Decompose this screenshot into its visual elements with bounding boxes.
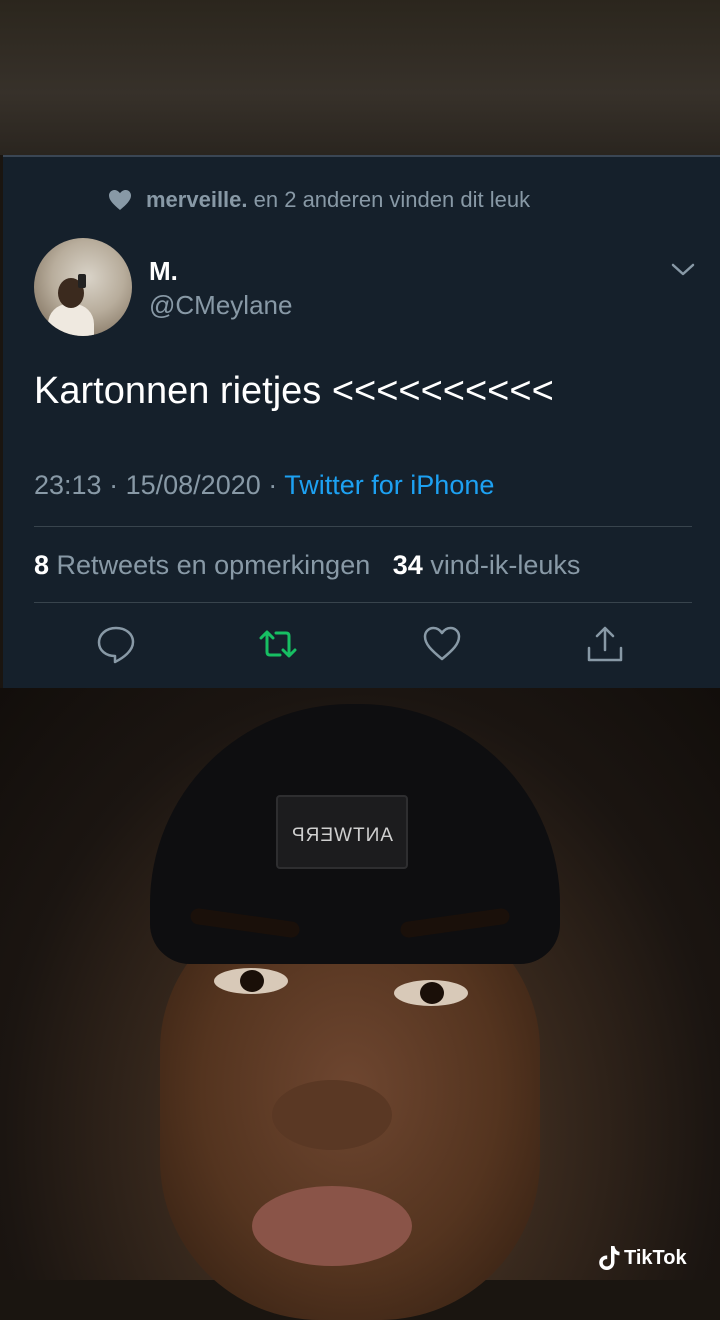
chevron-down-icon[interactable]: [670, 258, 696, 280]
tweet-date: 15/08/2020: [125, 470, 261, 500]
likes-stat[interactable]: 34 vind-ik-leuks: [393, 550, 581, 580]
eye: [214, 968, 288, 994]
share-icon[interactable]: [585, 624, 625, 664]
divider: [34, 526, 692, 527]
nose: [272, 1080, 392, 1150]
liker-name[interactable]: merveille.: [146, 187, 248, 212]
background-photo-top: [0, 0, 720, 155]
tweet-meta: 23:13 · 15/08/2020 · Twitter for iPhone: [34, 470, 495, 500]
tweet-source-link[interactable]: Twitter for iPhone: [284, 470, 494, 500]
tiktok-watermark: TikTok: [598, 1245, 687, 1271]
tweet-text: Kartonnen rietjes <<<<<<<<<<: [34, 370, 554, 412]
reply-icon[interactable]: [96, 624, 136, 664]
tiktok-logo-icon: [599, 1246, 620, 1270]
liker-text: en 2 anderen vinden dit leuk: [253, 187, 531, 212]
author-name[interactable]: M.: [149, 256, 178, 287]
author-handle[interactable]: @CMeylane: [149, 290, 292, 321]
divider: [34, 602, 692, 603]
tweet-card: [3, 155, 720, 690]
social-context: merveille. en 2 anderen vinden dit leuk: [108, 186, 530, 214]
heart-icon[interactable]: [422, 624, 462, 664]
svg-text:ANTWERP: ANTWERP: [291, 825, 393, 846]
avatar[interactable]: [34, 238, 132, 336]
heart-icon: [109, 190, 131, 210]
eye: [394, 980, 468, 1006]
beanie-patch: ANTWERP: [276, 795, 408, 869]
tweet-time: 23:13: [34, 470, 102, 500]
lips: [252, 1186, 412, 1266]
tiktok-brand: TikTok: [624, 1246, 687, 1269]
retweet-icon[interactable]: [258, 624, 298, 664]
tweet-stats: 8 Retweets en opmerkingen 34 vind-ik-leu…: [34, 550, 580, 581]
retweets-stat[interactable]: 8 Retweets en opmerkingen: [34, 550, 370, 580]
